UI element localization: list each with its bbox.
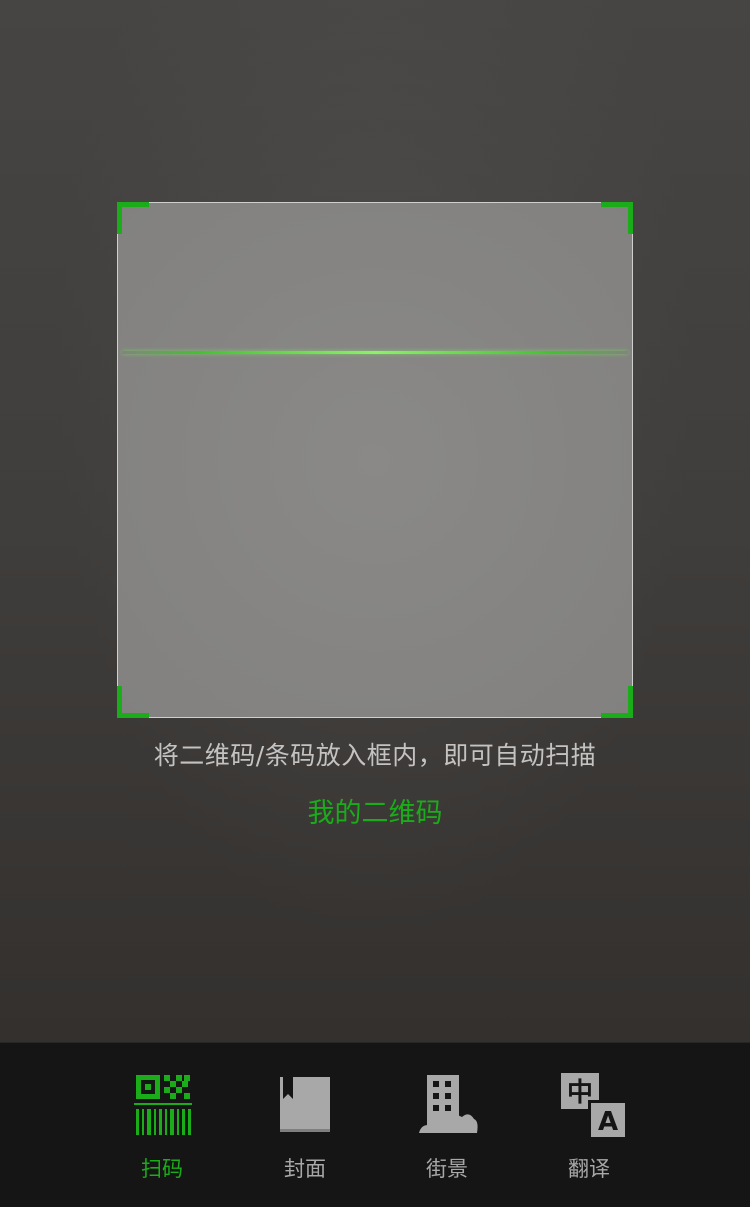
building-icon (419, 1073, 479, 1137)
frame-corner-top-right (601, 202, 633, 234)
tab-street-view[interactable]: 街景 (387, 1073, 507, 1193)
translate-target-char: A (598, 1107, 618, 1137)
tab-label: 街景 (426, 1157, 468, 1181)
frame-corner-top-left (117, 202, 149, 234)
scan-mode-tab-bar: 扫码 封面 街景 中 A 翻译 (0, 1042, 750, 1207)
my-qr-code-link[interactable]: 我的二维码 (0, 791, 750, 830)
tab-cover[interactable]: 封面 (245, 1073, 365, 1193)
tab-label: 翻译 (568, 1157, 610, 1181)
frame-corner-bottom-left (117, 686, 149, 718)
book-cover-icon (277, 1073, 337, 1137)
scan-frame (117, 202, 633, 718)
tab-label: 封面 (284, 1157, 326, 1181)
frame-corner-bottom-right (601, 686, 633, 718)
tab-scan-code[interactable]: 扫码 (102, 1073, 222, 1193)
scan-line (122, 351, 628, 354)
tab-translate[interactable]: 中 A 翻译 (529, 1073, 649, 1193)
scan-hint-text: 将二维码/条码放入框内，即可自动扫描 (153, 741, 597, 770)
qr-barcode-icon (134, 1073, 194, 1137)
translate-icon: 中 A (561, 1073, 626, 1138)
tab-label: 扫码 (141, 1157, 183, 1181)
